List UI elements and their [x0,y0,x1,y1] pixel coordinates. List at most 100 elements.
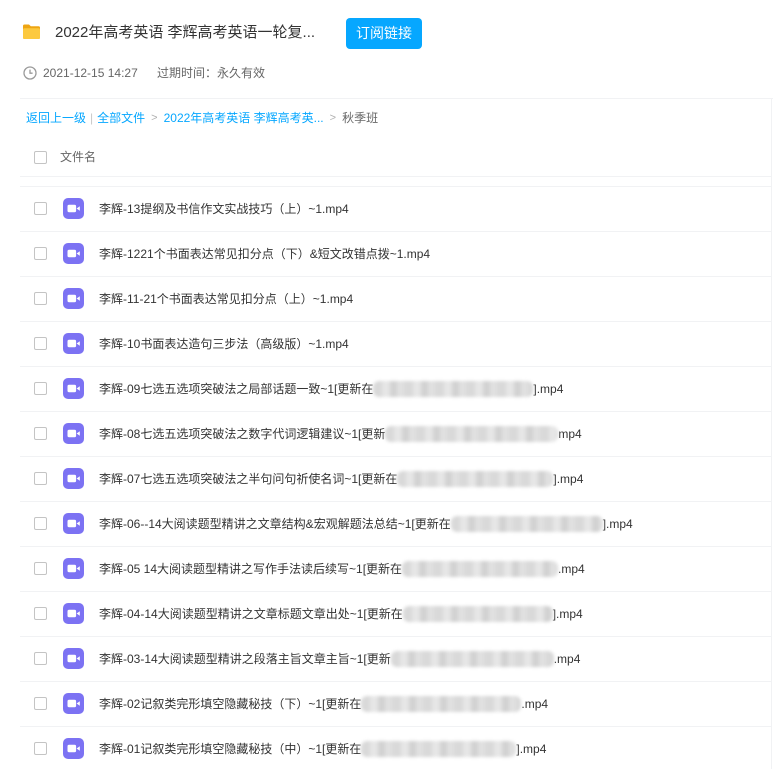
video-file-icon[interactable] [63,378,84,399]
right-divider [771,99,772,769]
column-header-filename[interactable]: 文件名 [60,138,96,176]
file-row[interactable]: 李辉-06--14大阅读题型精讲之文章结构&宏观解题法总结~1[更新在 ].mp4 [20,501,771,546]
file-name-text: 李辉-01记叙类完形填空隐藏秘技（中）~1[更新在 [99,742,362,756]
list-header: 文件名 [20,138,771,177]
redacted-text [402,560,559,577]
row-checkbox[interactable] [34,517,47,530]
file-row[interactable]: 李辉-07七选五选项突破法之半句问句祈使名词~1[更新在 ].mp4 [20,456,771,501]
file-name[interactable]: 李辉-13提纲及书信作文实战技巧（上）~1.mp4 [99,187,349,231]
redacted-text [390,650,554,667]
file-row[interactable]: 李辉-09七选五选项突破法之局部话题一致~1[更新在 ].mp4 [20,366,771,411]
file-name-suffix: .mp4 [558,562,585,576]
file-name[interactable]: 李辉-11-21个书面表达常见扣分点（上）~1.mp4 [99,277,353,321]
file-name-text: 李辉-09七选五选项突破法之局部话题一致~1[更新在 [99,382,374,396]
file-name-suffix: .mp4 [553,652,581,666]
file-name-suffix: ].mp4 [516,742,547,756]
file-name-text: 李辉-10书面表达造句三步法（高级版）~1.mp4 [99,337,349,351]
file-row[interactable]: 李辉-08七选五选项突破法之数字代词逻辑建议~1[更新 mp4 [20,411,771,456]
video-file-icon[interactable] [63,243,84,264]
file-row[interactable]: 李辉-04-14大阅读题型精讲之文章标题文章出处~1[更新在 ].mp4 [20,591,771,636]
video-file-icon[interactable] [63,648,84,669]
file-row[interactable]: 李辉-11-21个书面表达常见扣分点（上）~1.mp4 [20,276,771,321]
file-name-text: 李辉-08七选五选项突破法之数字代词逻辑建议~1[更新 [99,427,386,441]
row-checkbox[interactable] [34,337,47,350]
file-name-suffix: ].mp4 [553,472,584,486]
redacted-text [397,470,554,487]
file-name-text: 李辉-05 14大阅读题型精讲之写作手法读后续写~1[更新在 [99,562,403,576]
row-checkbox[interactable] [34,427,47,440]
file-name-suffix: mp4 [558,427,582,441]
redacted-text [402,605,553,622]
file-name-text: 李辉-04-14大阅读题型精讲之文章标题文章出处~1[更新在 [99,607,403,621]
subscribe-button[interactable]: 订阅链接 [346,18,422,49]
file-name-suffix: ].mp4 [533,382,564,396]
video-file-icon[interactable] [63,333,84,354]
file-name-suffix: .mp4 [521,697,549,711]
redacted-text [373,380,534,397]
file-name-text: 李辉-03-14大阅读题型精讲之段落主旨文章主旨~1[更新 [99,652,391,666]
row-checkbox[interactable] [34,472,47,485]
redacted-text [450,515,603,532]
clock-icon [23,66,37,80]
redacted-text [361,740,517,757]
file-name[interactable]: 李辉-04-14大阅读题型精讲之文章标题文章出处~1[更新在 ].mp4 [99,592,583,636]
file-name[interactable]: 李辉-1221个书面表达常见扣分点（下）&短文改错点拨~1.mp4 [99,232,430,276]
header-divider [20,98,773,99]
video-file-icon[interactable] [63,693,84,714]
file-row[interactable]: 李辉-02记叙类完形填空隐藏秘技（下）~1[更新在 .mp4 [20,681,771,726]
expire-info: 过期时间：永久有效 [157,66,266,80]
breadcrumb-all-files-link[interactable]: 全部文件 [97,111,145,125]
row-checkbox[interactable] [34,247,47,260]
file-name[interactable]: 李辉-01记叙类完形填空隐藏秘技（中）~1[更新在 ].mp4 [99,727,546,769]
video-file-icon[interactable] [63,738,84,759]
file-row[interactable]: 李辉-05 14大阅读题型精讲之写作手法读后续写~1[更新在 .mp4 [20,546,771,591]
redacted-text [361,695,522,712]
row-checkbox[interactable] [34,742,47,755]
breadcrumb-back-link[interactable]: 返回上一级 [26,111,86,125]
breadcrumb-separator: > [151,112,158,124]
file-name-suffix: ].mp4 [602,517,633,531]
video-file-icon[interactable] [63,423,84,444]
row-checkbox[interactable] [34,382,47,395]
video-file-icon[interactable] [63,513,84,534]
share-title: 2022年高考英语 李辉高考英语一轮复... [55,24,316,41]
file-row[interactable]: 李辉-10书面表达造句三步法（高级版）~1.mp4 [20,321,771,366]
file-name[interactable]: 李辉-10书面表达造句三步法（高级版）~1.mp4 [99,322,349,366]
file-name-text: 李辉-1221个书面表达常见扣分点（下）&短文改错点拨~1.mp4 [99,247,431,261]
breadcrumb-divider: | [90,111,94,125]
select-all-checkbox[interactable] [34,151,47,164]
video-file-icon[interactable] [63,603,84,624]
file-name-text: 李辉-13提纲及书信作文实战技巧（上）~1.mp4 [99,202,349,216]
file-name[interactable]: 李辉-03-14大阅读题型精讲之段落主旨文章主旨~1[更新 .mp4 [99,637,580,681]
file-name[interactable]: 李辉-05 14大阅读题型精讲之写作手法读后续写~1[更新在 .mp4 [99,547,585,591]
file-name-text: 李辉-07七选五选项突破法之半句问句祈使名词~1[更新在 [99,472,398,486]
row-checkbox[interactable] [34,202,47,215]
file-name-suffix: ].mp4 [552,607,583,621]
file-name[interactable]: 李辉-09七选五选项突破法之局部话题一致~1[更新在 ].mp4 [99,367,563,411]
video-file-icon[interactable] [63,558,84,579]
video-file-icon[interactable] [63,198,84,219]
breadcrumb-current: 秋季班 [342,111,379,125]
file-row[interactable]: 李辉-03-14大阅读题型精讲之段落主旨文章主旨~1[更新 .mp4 [20,636,771,681]
file-row[interactable]: 李辉-1221个书面表达常见扣分点（下）&短文改错点拨~1.mp4 [20,231,771,276]
video-file-icon[interactable] [63,468,84,489]
file-name-text: 李辉-02记叙类完形填空隐藏秘技（下）~1[更新在 [99,697,362,711]
file-name-text: 李辉-06--14大阅读题型精讲之文章结构&宏观解题法总结~1[更新在 [99,517,451,531]
redacted-text [385,425,559,442]
row-checkbox[interactable] [34,562,47,575]
file-name[interactable]: 李辉-07七选五选项突破法之半句问句祈使名词~1[更新在 ].mp4 [99,457,583,501]
share-time: 2021-12-15 14:27 [43,66,138,80]
breadcrumb: 返回上一级 | 全部文件 > 2022年高考英语 李辉高考英... > 秋季班 [26,111,378,125]
file-row[interactable]: 李辉-01记叙类完形填空隐藏秘技（中）~1[更新在 ].mp4 [20,726,771,769]
breadcrumb-parent-link[interactable]: 2022年高考英语 李辉高考英... [164,111,324,125]
row-checkbox[interactable] [34,607,47,620]
file-name[interactable]: 李辉-06--14大阅读题型精讲之文章结构&宏观解题法总结~1[更新在 ].mp4 [99,502,633,546]
row-checkbox[interactable] [34,697,47,710]
row-checkbox[interactable] [34,652,47,665]
row-checkbox[interactable] [34,292,47,305]
video-file-icon[interactable] [63,288,84,309]
breadcrumb-separator: > [329,112,337,124]
file-row[interactable]: 李辉-13提纲及书信作文实战技巧（上）~1.mp4 [20,186,771,231]
file-name[interactable]: 李辉-02记叙类完形填空隐藏秘技（下）~1[更新在 .mp4 [99,682,548,726]
file-name[interactable]: 李辉-08七选五选项突破法之数字代词逻辑建议~1[更新 mp4 [99,412,582,456]
